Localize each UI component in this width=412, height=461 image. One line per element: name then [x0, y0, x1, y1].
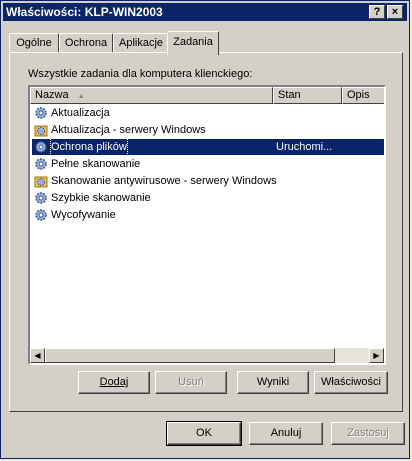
scroll-thumb[interactable] [45, 348, 335, 363]
list-item[interactable]: Wycofywanie [32, 207, 384, 223]
task-name: Skanowanie antywirusowe - serwery Window… [51, 175, 277, 187]
add-button[interactable]: Dodaj [78, 371, 150, 394]
tab-tasks[interactable]: Zadania [167, 31, 219, 55]
scroll-right-icon[interactable]: ▶ [369, 348, 384, 363]
task-state: Uruchomi... [276, 141, 333, 153]
tab-protection[interactable]: Ochrona [59, 33, 113, 53]
list-item[interactable]: Pełne skanowanie [32, 156, 384, 172]
gear-folder-icon [34, 176, 48, 188]
apply-button[interactable]: Zastosuj [331, 422, 405, 445]
ok-button[interactable]: OK [166, 421, 242, 446]
list-header: Nazwa ▲ Stan Opis [30, 87, 384, 104]
task-name: Ochrona plików [50, 138, 128, 156]
gear-icon [35, 158, 47, 170]
gear-icon [35, 209, 47, 221]
cancel-button[interactable]: Anuluj [249, 422, 323, 445]
properties-dialog: Właściwości: KLP-WIN2003 ? × Ogólne Ochr… [0, 0, 410, 459]
list-item[interactable]: Aktualizacja [32, 105, 384, 121]
results-button[interactable]: Wyniki [237, 371, 309, 394]
task-name: Szybkie skanowanie [51, 192, 151, 204]
close-button[interactable]: × [387, 5, 403, 19]
title-bar: Właściwości: KLP-WIN2003 ? × [3, 3, 407, 21]
horizontal-scrollbar[interactable]: ◀ ▶ [30, 348, 384, 363]
help-button[interactable]: ? [369, 5, 385, 19]
tab-general[interactable]: Ogólne [9, 33, 59, 53]
scroll-left-icon[interactable]: ◀ [30, 348, 45, 363]
column-description-header[interactable]: Opis [342, 87, 384, 104]
task-name: Pełne skanowanie [51, 158, 141, 170]
list-item-selected[interactable]: Ochrona plików Uruchomi... [32, 138, 384, 156]
column-name-header[interactable]: Nazwa ▲ [30, 87, 273, 104]
task-name: Aktualizacja - serwery Windows [51, 124, 206, 136]
column-state-header[interactable]: Stan [273, 87, 342, 104]
task-name: Aktualizacja [51, 107, 110, 119]
gear-folder-icon [34, 125, 48, 137]
sort-ascending-icon: ▲ [77, 93, 85, 100]
tasks-panel: Wszystkie zadania dla komputera kliencki… [9, 52, 403, 412]
properties-button[interactable]: Właściwości [314, 371, 388, 394]
gear-icon [35, 192, 47, 204]
list-item[interactable]: Skanowanie antywirusowe - serwery Window… [32, 173, 384, 189]
gear-icon [35, 107, 47, 119]
gear-icon [35, 141, 47, 153]
list-item[interactable]: Szybkie skanowanie [32, 190, 384, 206]
tab-applications[interactable]: Aplikacje [113, 33, 169, 53]
tasks-list[interactable]: Nazwa ▲ Stan Opis Aktualizacja Aktualiza… [28, 85, 386, 365]
list-item[interactable]: Aktualizacja - serwery Windows [32, 122, 384, 138]
window-title: Właściwości: KLP-WIN2003 [6, 5, 163, 19]
task-name: Wycofywanie [51, 209, 116, 221]
remove-button[interactable]: Usuń [155, 371, 227, 394]
tasks-caption: Wszystkie zadania dla komputera kliencki… [28, 68, 253, 80]
